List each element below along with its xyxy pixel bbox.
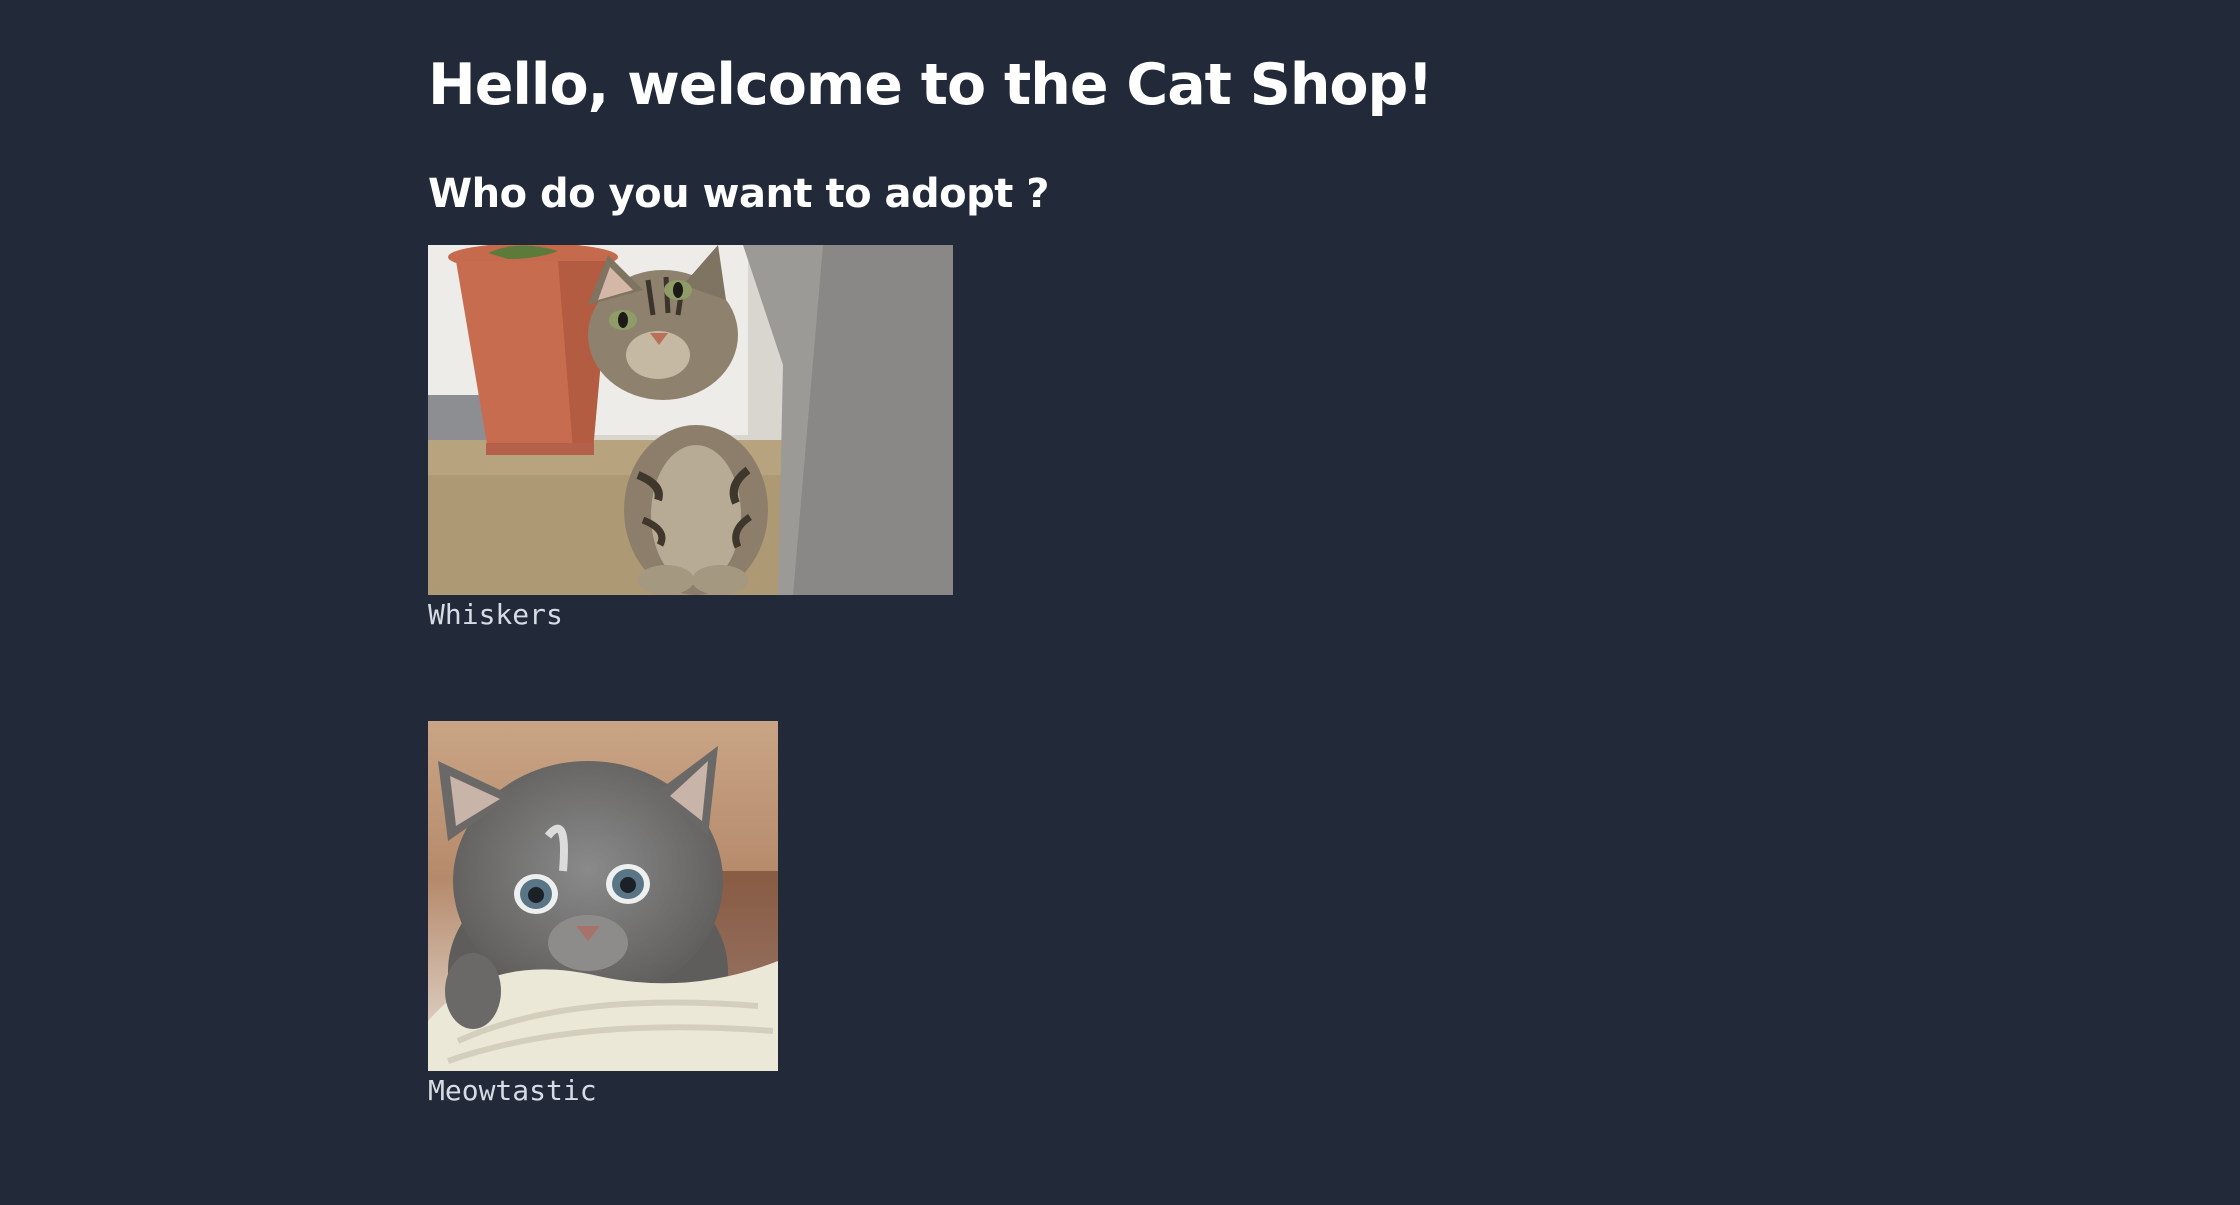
- cat-card-meowtastic[interactable]: Meowtastic: [428, 721, 778, 1109]
- grey-kitten-image: [428, 721, 778, 1071]
- cat-photo-whiskers[interactable]: [428, 245, 953, 595]
- cat-name-whiskers: Whiskers: [428, 598, 563, 631]
- adopt-question: Who do you want to adopt ?: [428, 171, 1049, 217]
- page-title: Hello, welcome to the Cat Shop!: [428, 52, 1433, 118]
- cat-name-meowtastic: Meowtastic: [428, 1074, 597, 1107]
- cat-card-whiskers[interactable]: Whiskers: [428, 245, 953, 633]
- tabby-kitten-image: [428, 245, 953, 595]
- cat-photo-meowtastic[interactable]: [428, 721, 778, 1071]
